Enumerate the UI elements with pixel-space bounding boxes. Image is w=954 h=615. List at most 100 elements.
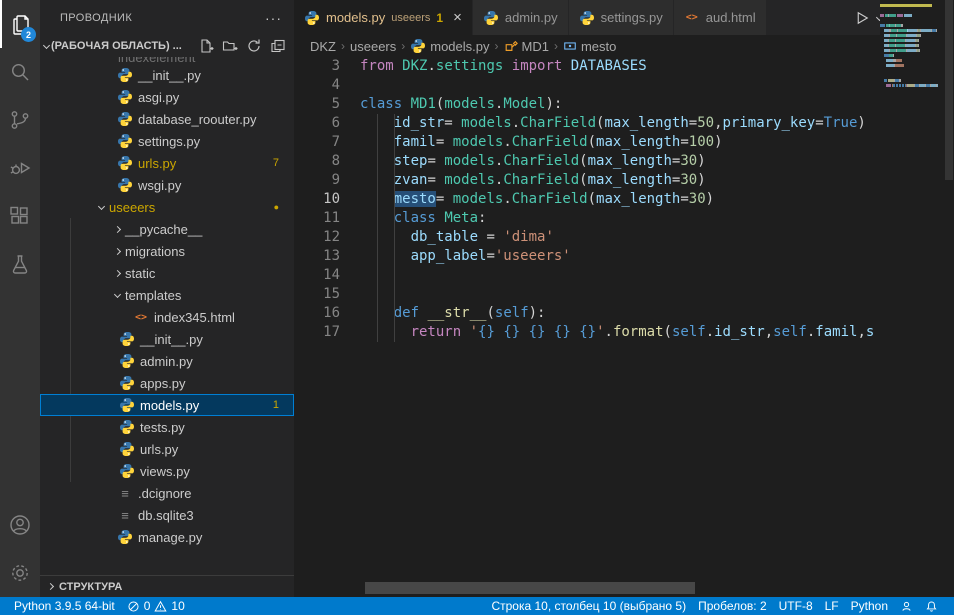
cursor-position-status[interactable]: Строка 10, столбец 10 (выбрано 5) [485, 599, 692, 613]
code-editor[interactable]: 3from DKZ.settings import DATABASES45cla… [294, 57, 954, 597]
code-line-7[interactable]: 7 famil= models.CharField(max_length=100… [294, 133, 954, 152]
tree-item-.dcignore[interactable]: ≡.dcignore [40, 482, 294, 504]
code-line-6[interactable]: 6 id_str= models.CharField(max_length=50… [294, 114, 954, 133]
tree-item-templates[interactable]: templates [40, 284, 294, 306]
tree-item-useeers[interactable]: useeers● [40, 196, 294, 218]
code-line-15[interactable]: 15 [294, 285, 954, 304]
tree-item-__init__.py[interactable]: __init__.py [40, 328, 294, 350]
vertical-scrollbar-thumb[interactable] [945, 0, 953, 180]
explorer-icon[interactable]: 2 [0, 0, 40, 48]
workspace-section-header[interactable]: (РАБОЧАЯ ОБЛАСТЬ) ... [40, 35, 294, 57]
line-number: 9 [294, 171, 340, 190]
tree-item-apps.py[interactable]: apps.py [40, 372, 294, 394]
extensions-icon[interactable] [0, 192, 40, 240]
tree-item-urls.py[interactable]: urls.py [40, 438, 294, 460]
code-line-16[interactable]: 16 def __str__(self): [294, 304, 954, 323]
tree-item-settings.py[interactable]: settings.py [40, 130, 294, 152]
new-file-icon[interactable] [198, 38, 214, 54]
code-line-13[interactable]: 13 app_label='useeers' [294, 247, 954, 266]
breadcrumb-item-MD1[interactable]: MD1 [504, 39, 549, 54]
search-icon[interactable] [0, 48, 40, 96]
code-line-4[interactable]: 4 [294, 76, 954, 95]
tree-item-models.py[interactable]: models.py1 [40, 394, 294, 416]
tree-item-wsgi.py[interactable]: wsgi.py [40, 174, 294, 196]
tree-item-__pycache__[interactable]: __pycache__ [40, 218, 294, 240]
indentation-status[interactable]: Пробелов: 2 [692, 599, 773, 613]
horizontal-scrollbar-thumb[interactable] [365, 582, 695, 594]
breadcrumb-separator: › [341, 39, 345, 53]
tab-aud.html[interactable]: <>aud.html [674, 0, 766, 35]
tree-item-static[interactable]: static [40, 262, 294, 284]
minimap[interactable] [880, 0, 944, 597]
tree-item-label: settings.py [138, 134, 200, 149]
code-line-14[interactable]: 14 [294, 266, 954, 285]
language-mode-status[interactable]: Python [845, 599, 894, 613]
line-number: 11 [294, 209, 340, 228]
tree-item-db.sqlite3[interactable]: ≡db.sqlite3 [40, 504, 294, 526]
run-debug-icon[interactable] [0, 144, 40, 192]
code-line-5[interactable]: 5class MD1(models.Model): [294, 95, 954, 114]
collapse-all-icon[interactable] [270, 38, 286, 54]
code-line-11[interactable]: 11 class Meta: [294, 209, 954, 228]
tree-item-label: __pycache__ [125, 222, 202, 237]
new-folder-icon[interactable] [222, 38, 238, 54]
python-icon [119, 331, 135, 347]
test-beaker-icon[interactable] [0, 240, 40, 288]
vertical-scrollbar[interactable] [944, 0, 954, 597]
line-content: mesto= models.CharField(max_length=30) [340, 190, 714, 209]
explorer-more-icon[interactable]: ··· [265, 10, 282, 26]
python-interpreter-status[interactable]: Python 3.9.5 64-bit [8, 599, 121, 613]
code-line-8[interactable]: 8 step= models.CharField(max_length=30) [294, 152, 954, 171]
problems-status[interactable]: 0 10 [121, 599, 191, 613]
code-line-12[interactable]: 12 db_table = 'dima' [294, 228, 954, 247]
tree-item-tests.py[interactable]: tests.py [40, 416, 294, 438]
chevron-right-icon [114, 269, 121, 276]
html-file-icon: <> [133, 309, 149, 325]
outline-section-header[interactable]: СТРУКТУРА [40, 575, 294, 597]
tab-settings.py[interactable]: settings.py [569, 0, 673, 35]
vscode-window: 2 ПРОВОДНИК [0, 0, 954, 597]
tab-admin.py[interactable]: admin.py [473, 0, 568, 35]
notifications-bell-icon[interactable] [919, 600, 944, 613]
code-line-10[interactable]: 10 mesto= models.CharField(max_length=30… [294, 190, 954, 209]
tree-item-urls.py[interactable]: urls.py7 [40, 152, 294, 174]
encoding-status[interactable]: UTF-8 [773, 599, 819, 613]
source-control-icon[interactable] [0, 96, 40, 144]
settings-gear-icon[interactable] [0, 549, 40, 597]
breadcrumb-item-models.py[interactable]: models.py [410, 38, 489, 54]
tree-item-asgi.py[interactable]: asgi.py [40, 86, 294, 108]
tree-item-admin.py[interactable]: admin.py [40, 350, 294, 372]
python-icon [119, 375, 135, 391]
breadcrumb-item-mesto[interactable]: mesto [563, 39, 616, 54]
code-line-9[interactable]: 9 zvan= models.CharField(max_length=30) [294, 171, 954, 190]
eol-status[interactable]: LF [819, 599, 845, 613]
line-content: def __str__(self): [340, 304, 545, 323]
close-icon[interactable]: × [453, 10, 462, 25]
feedback-icon[interactable] [894, 600, 919, 613]
tree-item-index345.html[interactable]: <>index345.html [40, 306, 294, 328]
python-icon [117, 177, 133, 193]
html-file-icon: <> [684, 10, 700, 26]
tab-models.py[interactable]: models.pyuseeers1× [294, 0, 472, 35]
tree-item-__init__.py[interactable]: __init__.py [40, 64, 294, 86]
run-file-icon[interactable] [853, 9, 871, 27]
python-icon [117, 111, 133, 127]
breadcrumb-item-useeers[interactable]: useeers [350, 39, 396, 54]
account-icon[interactable] [0, 501, 40, 549]
refresh-icon[interactable] [246, 38, 262, 54]
python-icon [119, 353, 135, 369]
tree-item-migrations[interactable]: migrations [40, 240, 294, 262]
code-line-17[interactable]: 17 return '{} {} {} {} {}'.format(self.i… [294, 323, 954, 342]
line-content: db_table = 'dima' [340, 228, 554, 247]
tree-item-label: db.sqlite3 [138, 508, 194, 523]
breadcrumb-separator: › [495, 39, 499, 53]
tree-item-database_roouter.py[interactable]: database_roouter.py [40, 108, 294, 130]
tree-item-views.py[interactable]: views.py [40, 460, 294, 482]
python-icon [579, 10, 595, 26]
breadcrumb-item-DKZ[interactable]: DKZ [310, 39, 336, 54]
code-line-3[interactable]: 3from DKZ.settings import DATABASES [294, 57, 954, 76]
tree-item-manage.py[interactable]: manage.py [40, 526, 294, 548]
line-number: 13 [294, 247, 340, 266]
tree-item-label: database_roouter.py [138, 112, 257, 127]
python-icon [119, 463, 135, 479]
